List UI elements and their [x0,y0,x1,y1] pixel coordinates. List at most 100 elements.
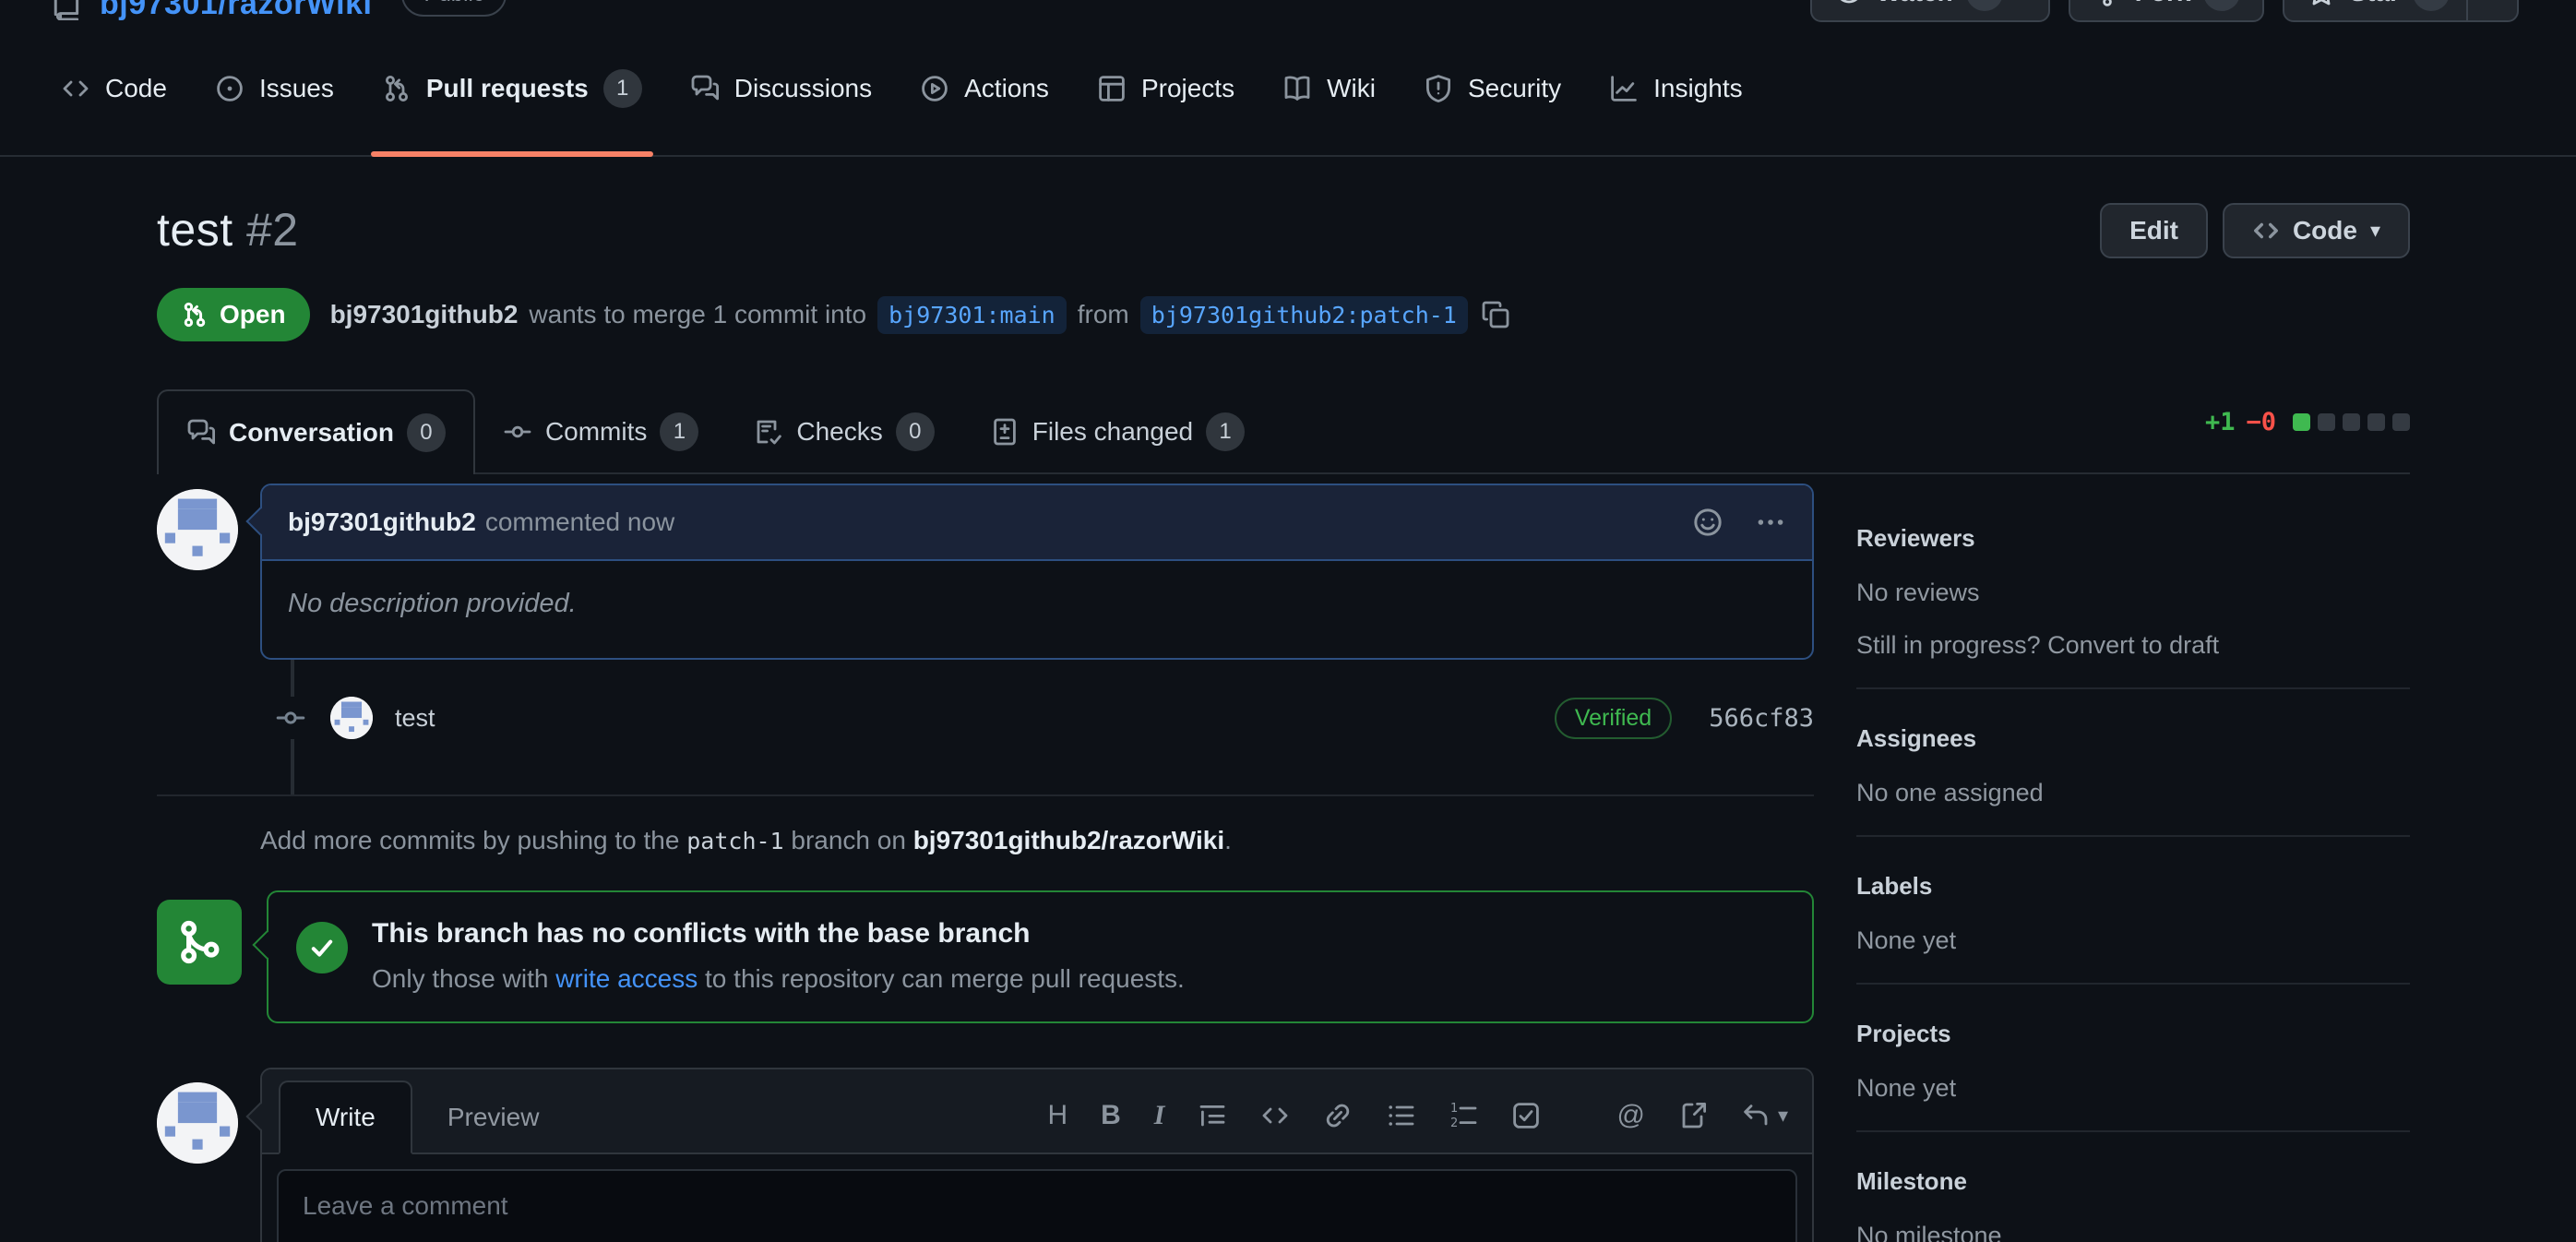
comment-author-link[interactable]: bj97301github2 [288,508,476,537]
italic-icon[interactable]: I [1154,1102,1165,1129]
kebab-icon[interactable] [1755,507,1786,538]
cross-reference-icon[interactable] [1678,1101,1708,1130]
diffstat-additions: +1 [2205,408,2236,436]
nav-tab-discussions[interactable]: Discussions [666,22,896,155]
timeline: test Verified 566cf83 [157,660,1814,794]
eye-icon [1834,0,1864,7]
comment-input[interactable] [277,1169,1797,1242]
head-branch-label[interactable]: bj97301github2:patch-1 [1140,296,1468,334]
nav-tab-pull-requests[interactable]: Pull requests 1 [358,22,666,155]
tab-commits[interactable]: Commits 1 [475,391,726,472]
smiley-icon[interactable] [1692,507,1723,538]
mention-icon[interactable]: @ [1616,1102,1644,1129]
svg-text:2: 2 [1450,1117,1458,1130]
reviewers-heading[interactable]: Reviewers [1856,524,2410,553]
nav-tab-label: Projects [1141,74,1234,103]
assignees-heading[interactable]: Assignees [1856,724,2410,753]
tab-files-changed[interactable]: Files changed 1 [962,391,1272,472]
fork-count: 1 [2203,0,2240,11]
merge-status-subtitle: Only those with write access to this rep… [372,964,1185,994]
comment-editor-section: Write Preview H B I 12 [157,1068,1814,1242]
sidebar-section-assignees: Assignees No one assigned [1856,689,2410,837]
editor-tab-strip: Write Preview H B I 12 [262,1069,1812,1154]
star-label: Star [2349,0,2399,7]
tab-write[interactable]: Write [279,1081,412,1154]
nav-tab-label: Discussions [734,74,872,103]
checklist-icon [754,417,783,447]
merge-status-box: This branch has no conflicts with the ba… [267,890,1814,1023]
avatar[interactable] [157,489,238,570]
code-dropdown-button[interactable]: Code ▾ [2223,203,2410,258]
comment-body: No description provided. [262,561,1812,658]
sidebar-section-projects: Projects None yet [1856,985,2410,1132]
code-icon[interactable] [1260,1101,1290,1130]
commit-avatar[interactable] [330,697,373,739]
pr-description-comment: bj97301github2 commented now No descript… [260,484,1814,660]
chevron-down-icon: ▾ [2370,221,2380,241]
nav-tab-code[interactable]: Code [37,22,191,155]
nav-tab-actions[interactable]: Actions [896,22,1073,155]
nav-tab-issues[interactable]: Issues [191,22,358,155]
pr-tabs: Conversation 0 Commits 1 Checks 0 Files … [157,391,2410,474]
tab-label: Conversation [229,418,394,448]
edit-button[interactable]: Edit [2100,203,2208,258]
comment-meta: commented now [485,508,674,537]
chevron-down-icon: ▾ [2016,0,2026,3]
ordered-list-icon[interactable]: 12 [1449,1101,1478,1130]
pr-state-badge: Open [157,288,310,341]
quote-icon[interactable] [1198,1101,1227,1130]
comment-header: bj97301github2 commented now [262,485,1812,561]
watch-button[interactable]: Watch 1 ▾ [1810,0,2050,22]
commit-sha-link[interactable]: 566cf83 [1709,704,1814,733]
nav-tab-security[interactable]: Security [1400,22,1585,155]
milestone-heading[interactable]: Milestone [1856,1167,2410,1196]
verified-badge[interactable]: Verified [1555,698,1672,739]
fork-button[interactable]: Fork 1 [2069,0,2265,22]
unordered-list-icon[interactable] [1386,1101,1415,1130]
push-note-prefix: Add more commits by pushing to the [260,826,679,854]
tab-label: Commits [545,417,647,447]
nav-tab-insights[interactable]: Insights [1585,22,1767,155]
nav-tab-wiki[interactable]: Wiki [1258,22,1400,155]
play-circle-icon [920,74,949,103]
checks-count: 0 [896,412,935,451]
sidebar: Reviewers No reviews Still in progress? … [1856,484,2410,1242]
tab-preview[interactable]: Preview [412,1082,575,1152]
commit-message-link[interactable]: test [395,704,435,733]
avatar [157,1082,238,1164]
editor-body [262,1154,1812,1242]
bold-icon[interactable]: B [1101,1102,1121,1129]
nav-tab-label: Insights [1653,74,1743,103]
base-branch-label[interactable]: bj97301:main [877,296,1067,334]
fork-icon [2093,0,2122,7]
tasklist-icon[interactable] [1511,1101,1541,1130]
push-note-branch: patch-1 [686,828,783,854]
star-icon [2307,0,2336,7]
tab-label: Files changed [1032,417,1193,447]
merge-status-title: This branch has no conflicts with the ba… [372,918,1185,949]
nav-tab-projects[interactable]: Projects [1073,22,1258,155]
reply-icon[interactable]: ▾ [1741,1101,1788,1130]
conversation-count: 0 [407,413,446,452]
merge-status-section: This branch has no conflicts with the ba… [157,890,1814,1023]
projects-heading[interactable]: Projects [1856,1020,2410,1048]
convert-to-draft-link[interactable]: Still in progress? Convert to draft [1856,631,2410,660]
copy-icon[interactable] [1481,300,1510,329]
pr-number: #2 [246,204,299,256]
nav-tab-label: Actions [964,74,1049,103]
repo-name-link[interactable]: bj97301/razorWiki [100,0,372,22]
repo-nav: Code Issues Pull requests 1 Discussions … [0,22,2576,157]
sidebar-section-reviewers: Reviewers No reviews Still in progress? … [1856,524,2410,689]
pr-author-link[interactable]: bj97301github2 [330,300,519,329]
repo-icon [52,0,83,20]
heading-icon[interactable]: H [1047,1102,1067,1129]
star-button[interactable]: Star 0 ▾ [2283,0,2519,22]
pr-meta-from: from [1078,300,1129,329]
write-access-link[interactable]: write access [555,964,698,993]
labels-heading[interactable]: Labels [1856,872,2410,901]
tab-conversation[interactable]: Conversation 0 [157,389,475,474]
tab-checks[interactable]: Checks 0 [726,391,961,472]
svg-text:1: 1 [1450,1102,1458,1116]
comment-editor: Write Preview H B I 12 [260,1068,1814,1242]
link-icon[interactable] [1323,1101,1353,1130]
